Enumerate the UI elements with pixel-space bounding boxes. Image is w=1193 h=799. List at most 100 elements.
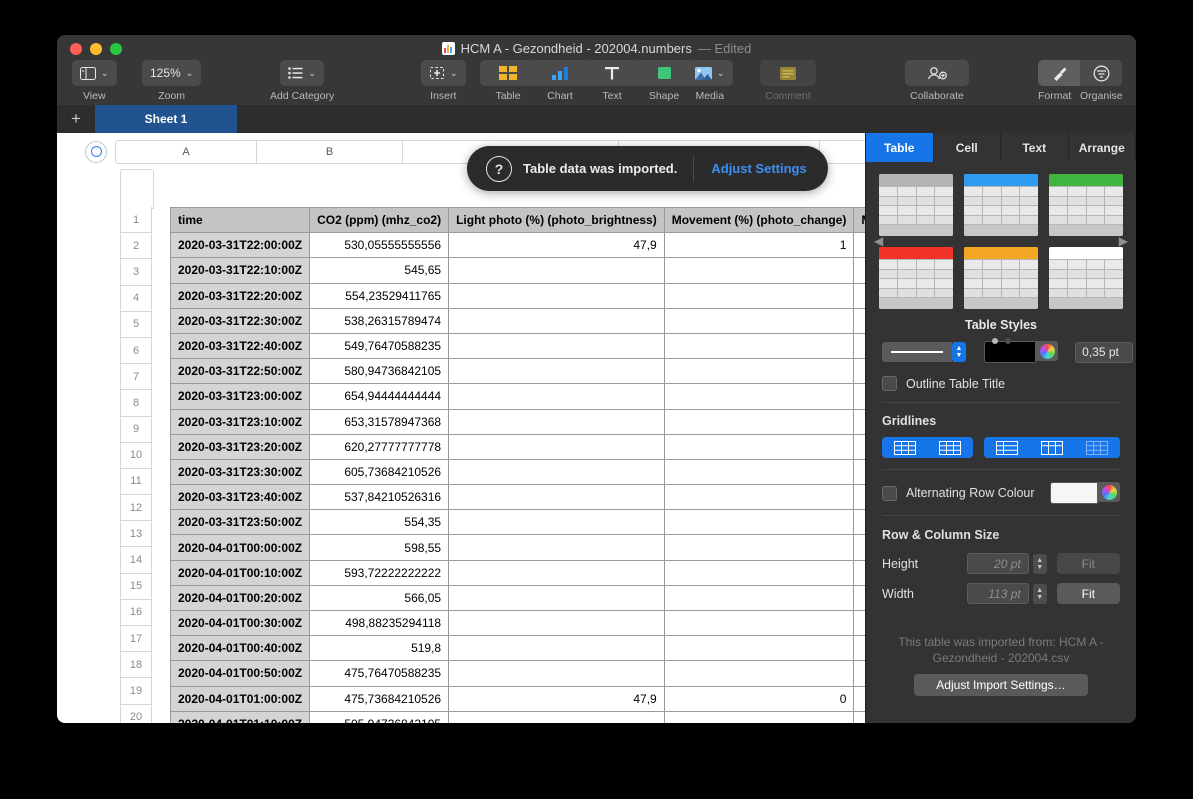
cell-time[interactable]: 2020-03-31T22:50:00Z bbox=[171, 359, 310, 384]
cell-light[interactable] bbox=[449, 510, 665, 535]
cell-co2[interactable]: 475,76470588235 bbox=[310, 661, 449, 686]
cell-time[interactable]: 2020-03-31T22:10:00Z bbox=[171, 258, 310, 283]
cell-co2[interactable]: 620,27777777778 bbox=[310, 434, 449, 459]
cell-time[interactable]: 2020-03-31T22:20:00Z bbox=[171, 283, 310, 308]
table-style-option-1[interactable] bbox=[879, 174, 953, 236]
cell-co2[interactable]: 505,94736842105 bbox=[310, 711, 449, 723]
cell-extra[interactable] bbox=[854, 233, 865, 258]
row-header-17[interactable]: 17 bbox=[120, 626, 152, 652]
border-width-control[interactable]: 0,35 pt ▲▼ bbox=[1075, 342, 1136, 363]
table-row[interactable]: 2020-04-01T01:10:00Z505,94736842105 bbox=[171, 711, 866, 723]
cell-time[interactable]: 2020-03-31T22:40:00Z bbox=[171, 333, 310, 358]
toast-adjust-settings-link[interactable]: Adjust Settings bbox=[694, 161, 823, 176]
tab-cell[interactable]: Cell bbox=[934, 133, 1002, 162]
line-style-control[interactable]: ▲▼ bbox=[882, 342, 966, 362]
table-style-option-6[interactable] bbox=[1049, 247, 1123, 309]
cell-co2[interactable]: 554,35 bbox=[310, 510, 449, 535]
cell-movement[interactable] bbox=[664, 661, 854, 686]
border-width-value[interactable]: 0,35 pt bbox=[1075, 342, 1133, 363]
cell-movement[interactable] bbox=[664, 611, 854, 636]
cell-light[interactable] bbox=[449, 258, 665, 283]
alternating-row-colour-checkbox[interactable] bbox=[882, 486, 897, 501]
gridlines-header-rows-button[interactable] bbox=[882, 437, 927, 458]
cell-co2[interactable]: 519,8 bbox=[310, 636, 449, 661]
insert-button[interactable]: ⌄ bbox=[421, 60, 466, 86]
cell-time[interactable]: 2020-03-31T23:00:00Z bbox=[171, 384, 310, 409]
cell-light[interactable] bbox=[449, 636, 665, 661]
cell-extra[interactable] bbox=[854, 585, 865, 610]
cell-light[interactable] bbox=[449, 308, 665, 333]
cell-extra[interactable] bbox=[854, 459, 865, 484]
cell-movement[interactable] bbox=[664, 333, 854, 358]
cell-co2[interactable]: 475,73684210526 bbox=[310, 686, 449, 711]
cell-movement[interactable] bbox=[664, 510, 854, 535]
cell-co2[interactable]: 605,73684210526 bbox=[310, 459, 449, 484]
row-header-19[interactable]: 19 bbox=[120, 678, 152, 704]
cell-time[interactable]: 2020-03-31T23:40:00Z bbox=[171, 485, 310, 510]
column-header-e[interactable]: E bbox=[820, 140, 865, 164]
row-header-7[interactable]: 7 bbox=[120, 364, 152, 390]
cell-time[interactable]: 2020-03-31T23:50:00Z bbox=[171, 510, 310, 535]
cell-extra[interactable] bbox=[854, 560, 865, 585]
cell-light[interactable] bbox=[449, 459, 665, 484]
spreadsheet-canvas[interactable]: A B C D E 1 2 3 4 5 6 7 8 9 10 11 bbox=[57, 133, 865, 723]
outline-table-title-checkbox[interactable] bbox=[882, 376, 897, 391]
alternating-row-colour-control[interactable] bbox=[1050, 482, 1120, 504]
width-fit-button[interactable]: Fit bbox=[1057, 583, 1120, 604]
table-row[interactable]: 2020-04-01T00:30:00Z498,88235294118 bbox=[171, 611, 866, 636]
shape-button[interactable] bbox=[636, 60, 692, 86]
cell-co2[interactable]: 654,94444444444 bbox=[310, 384, 449, 409]
table-row[interactable]: 2020-03-31T22:20:00Z554,23529411765 bbox=[171, 283, 866, 308]
cell-time[interactable]: 2020-04-01T00:10:00Z bbox=[171, 560, 310, 585]
alternating-row-colour-swatch[interactable] bbox=[1050, 482, 1098, 504]
row-header-10[interactable]: 10 bbox=[120, 443, 152, 469]
table-row[interactable]: 2020-04-01T01:00:00Z475,7368421052647,90 bbox=[171, 686, 866, 711]
cell-co2[interactable]: 549,76470588235 bbox=[310, 333, 449, 358]
table-style-option-3[interactable] bbox=[1049, 174, 1123, 236]
table-row[interactable]: 2020-04-01T00:10:00Z593,72222222222 bbox=[171, 560, 866, 585]
cell-extra[interactable] bbox=[854, 283, 865, 308]
collaborate-button[interactable] bbox=[905, 60, 969, 86]
table-style-option-5[interactable] bbox=[964, 247, 1038, 309]
cell-time[interactable]: 2020-03-31T23:20:00Z bbox=[171, 434, 310, 459]
cell-extra[interactable] bbox=[854, 258, 865, 283]
cell-extra[interactable] bbox=[854, 359, 865, 384]
cell-extra[interactable] bbox=[854, 434, 865, 459]
width-stepper[interactable]: ▲▼ bbox=[1033, 584, 1047, 604]
row-header-13[interactable]: 13 bbox=[120, 521, 152, 547]
cell-movement[interactable]: 0 bbox=[664, 686, 854, 711]
gridlines-body-outline-button[interactable] bbox=[1075, 437, 1120, 458]
cell-movement[interactable] bbox=[664, 560, 854, 585]
table-row[interactable]: 2020-03-31T23:40:00Z537,84210526316 bbox=[171, 485, 866, 510]
row-header-2[interactable]: 2 bbox=[120, 233, 152, 259]
row-header-8[interactable]: 8 bbox=[120, 390, 152, 416]
cell-extra[interactable] bbox=[854, 333, 865, 358]
row-header-15[interactable]: 15 bbox=[120, 574, 152, 600]
col-header-movement2[interactable]: Movemen bbox=[854, 208, 865, 233]
cell-co2[interactable]: 530,05555555556 bbox=[310, 233, 449, 258]
row-header-1[interactable]: 1 bbox=[120, 207, 152, 233]
adjust-import-settings-button[interactable]: Adjust Import Settings… bbox=[914, 674, 1088, 696]
table-row[interactable]: 2020-03-31T22:40:00Z549,76470588235 bbox=[171, 333, 866, 358]
colour-wheel-icon[interactable] bbox=[1098, 482, 1120, 502]
cell-light[interactable]: 47,9 bbox=[449, 686, 665, 711]
view-button[interactable]: ⌄ bbox=[72, 60, 117, 86]
col-header-time[interactable]: time bbox=[171, 208, 310, 233]
cell-light[interactable] bbox=[449, 485, 665, 510]
row-header-12[interactable]: 12 bbox=[120, 495, 152, 521]
cell-time[interactable]: 2020-04-01T01:10:00Z bbox=[171, 711, 310, 723]
table-row[interactable]: 2020-03-31T23:00:00Z654,94444444444 bbox=[171, 384, 866, 409]
cell-light[interactable] bbox=[449, 283, 665, 308]
cell-movement[interactable] bbox=[664, 308, 854, 333]
table-row[interactable]: 2020-04-01T00:00:00Z598,55 bbox=[171, 535, 866, 560]
cell-time[interactable]: 2020-03-31T23:10:00Z bbox=[171, 409, 310, 434]
line-style-stepper[interactable]: ▲▼ bbox=[952, 342, 966, 362]
cell-co2[interactable]: 545,65 bbox=[310, 258, 449, 283]
cell-light[interactable] bbox=[449, 409, 665, 434]
styles-next-arrow[interactable]: ▶ bbox=[1119, 234, 1128, 248]
row-header-16[interactable]: 16 bbox=[120, 600, 152, 626]
row-header-6[interactable]: 6 bbox=[120, 338, 152, 364]
row-header-4[interactable]: 4 bbox=[120, 286, 152, 312]
cell-extra[interactable] bbox=[854, 485, 865, 510]
cell-movement[interactable] bbox=[664, 409, 854, 434]
